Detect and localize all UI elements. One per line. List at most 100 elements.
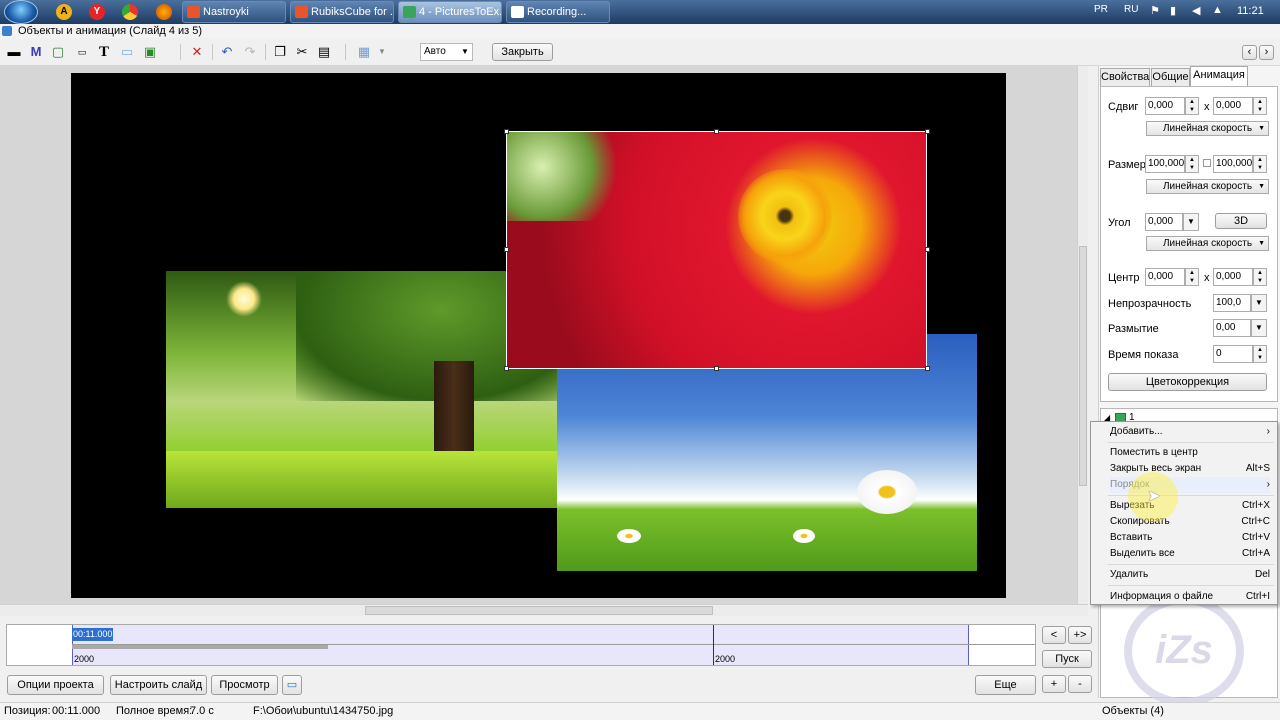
tray-network-icon[interactable]: ▮ bbox=[1170, 4, 1176, 17]
size-height-input[interactable]: 100,000 bbox=[1213, 155, 1253, 173]
resize-handle[interactable] bbox=[504, 129, 509, 134]
red-flower-photo-object[interactable] bbox=[506, 131, 927, 369]
app-icon[interactable]: A bbox=[56, 4, 72, 20]
cut-icon[interactable]: ✂ bbox=[294, 44, 310, 60]
scroll-thumb[interactable] bbox=[1079, 246, 1087, 486]
slide-setup-button[interactable]: Настроить слайд bbox=[110, 675, 207, 695]
objects-count: Объекты (4) bbox=[1102, 705, 1164, 717]
resize-handle[interactable] bbox=[925, 129, 930, 134]
menu-item-file-info[interactable]: Информация о файле Ctrl+I bbox=[1110, 589, 1270, 605]
3d-button[interactable]: 3D bbox=[1215, 213, 1267, 229]
showtime-spinner[interactable]: ▲ ▼ bbox=[1253, 345, 1267, 363]
grid-icon[interactable]: ▦ bbox=[356, 44, 372, 60]
blur-dropdown[interactable]: ▼ bbox=[1251, 319, 1267, 337]
button-object-icon[interactable]: ▭ bbox=[74, 44, 90, 60]
resize-handle[interactable] bbox=[504, 247, 509, 252]
mask-icon[interactable]: M bbox=[28, 44, 44, 60]
clock[interactable]: 11:21 bbox=[1237, 5, 1264, 17]
resize-handle[interactable] bbox=[925, 247, 930, 252]
menu-item-paste[interactable]: Вставить Ctrl+V bbox=[1110, 530, 1270, 546]
taskbar-item-nastroyki[interactable]: Nastroyki bbox=[182, 1, 286, 23]
center-y-spinner[interactable]: ▲ ▼ bbox=[1253, 268, 1267, 286]
video-icon[interactable]: ▬ bbox=[6, 44, 22, 60]
center-x-input[interactable]: 0,000 bbox=[1145, 268, 1185, 286]
add-object-button[interactable]: + bbox=[1042, 675, 1066, 693]
menu-item-select-all[interactable]: Выделить все Ctrl+A bbox=[1110, 546, 1270, 562]
close-button[interactable]: Закрыть bbox=[492, 43, 553, 61]
chevron-down-icon[interactable]: ▼ bbox=[374, 44, 390, 60]
start-button[interactable] bbox=[4, 0, 38, 24]
next-slide-button[interactable]: › bbox=[1259, 45, 1274, 60]
size-width-input[interactable]: 100,000 bbox=[1145, 155, 1185, 173]
menu-item-copy[interactable]: Скопировать Ctrl+C bbox=[1110, 514, 1270, 530]
opacity-input[interactable]: 100,0 bbox=[1213, 294, 1251, 312]
menu-item-fill-screen[interactable]: Закрыть весь экран Alt+S bbox=[1110, 461, 1270, 477]
menu-item-center[interactable]: Поместить в центр bbox=[1110, 445, 1270, 461]
size-width-spinner[interactable]: ▲ ▼ bbox=[1185, 155, 1199, 173]
resize-handle[interactable] bbox=[925, 366, 930, 371]
shift-x-spinner[interactable]: ▲ ▼ bbox=[1185, 97, 1199, 115]
tray-volume-icon[interactable]: ◀ bbox=[1192, 4, 1200, 17]
menu-item-delete[interactable]: Удалить Del bbox=[1110, 567, 1270, 583]
timeline-next-button[interactable]: +> bbox=[1068, 626, 1092, 644]
time-marker[interactable]: 00:11.000 bbox=[72, 628, 114, 641]
resize-handle[interactable] bbox=[714, 366, 719, 371]
canvas-horizontal-scrollbar[interactable] bbox=[0, 604, 1088, 616]
image-icon[interactable]: ▣ bbox=[142, 44, 158, 60]
taskbar-item-rubikscube[interactable]: RubiksCube for ... bbox=[290, 1, 394, 23]
shift-x-input[interactable]: 0,000 bbox=[1145, 97, 1185, 115]
delete-icon[interactable]: ✕ bbox=[189, 44, 205, 60]
resize-handle[interactable] bbox=[504, 366, 509, 371]
prev-slide-button[interactable]: ‹ bbox=[1242, 45, 1257, 60]
tab-animation[interactable]: Анимация bbox=[1190, 66, 1248, 86]
lang-indicator-2[interactable]: RU bbox=[1124, 4, 1138, 15]
redo-icon[interactable]: ↷ bbox=[242, 44, 258, 60]
menu-item-add[interactable]: Добавить... › bbox=[1110, 424, 1270, 440]
text-icon[interactable]: T bbox=[96, 44, 112, 60]
tray-signal-icon[interactable]: ▲ bbox=[1212, 4, 1223, 16]
screen-icon[interactable]: ▭ bbox=[282, 675, 302, 695]
opacity-dropdown[interactable]: ▼ bbox=[1251, 294, 1267, 312]
chrome-icon[interactable] bbox=[122, 4, 138, 20]
preview-button[interactable]: Просмотр bbox=[211, 675, 278, 695]
taskbar-item-recording[interactable]: Recording... bbox=[506, 1, 610, 23]
tray-flag-icon[interactable]: ⚑ bbox=[1150, 4, 1160, 17]
submenu-arrow-icon: › bbox=[1266, 479, 1270, 490]
copy-icon[interactable]: ❐ bbox=[272, 44, 288, 60]
tab-properties[interactable]: Свойства bbox=[1100, 68, 1150, 86]
size-speed-dropdown[interactable]: Линейная скорость ▼ bbox=[1146, 179, 1269, 194]
canvas-vertical-scrollbar[interactable] bbox=[1077, 66, 1088, 604]
firefox-icon[interactable] bbox=[156, 4, 172, 20]
paste-icon[interactable]: ▤ bbox=[316, 44, 332, 60]
undo-icon[interactable]: ↶ bbox=[219, 44, 235, 60]
rectangle-icon[interactable]: ▭ bbox=[119, 44, 135, 60]
mode-select[interactable]: Авто ▼ bbox=[420, 43, 473, 61]
frame-icon[interactable]: ▢ bbox=[50, 44, 66, 60]
center-x-spinner[interactable]: ▲ ▼ bbox=[1185, 268, 1199, 286]
shift-speed-dropdown[interactable]: Линейная скорость ▼ bbox=[1146, 121, 1269, 136]
color-correction-button[interactable]: Цветокоррекция bbox=[1108, 373, 1267, 391]
showtime-input[interactable]: 0 bbox=[1213, 345, 1253, 363]
angle-speed-dropdown[interactable]: Линейная скорость ▼ bbox=[1146, 236, 1269, 251]
project-options-button[interactable]: Опции проекта bbox=[7, 675, 104, 695]
size-height-spinner[interactable]: ▲ ▼ bbox=[1253, 155, 1267, 173]
tab-general[interactable]: Общие bbox=[1151, 68, 1190, 86]
play-button[interactable]: Пуск bbox=[1042, 650, 1092, 668]
remove-object-button[interactable]: - bbox=[1068, 675, 1092, 693]
timeline-prev-button[interactable]: < bbox=[1042, 626, 1066, 644]
lang-indicator-1[interactable]: PR bbox=[1094, 4, 1108, 15]
slide-boundary[interactable] bbox=[713, 625, 714, 665]
shift-y-input[interactable]: 0,000 bbox=[1213, 97, 1253, 115]
shift-y-spinner[interactable]: ▲ ▼ bbox=[1253, 97, 1267, 115]
angle-dropdown[interactable]: ▼ bbox=[1183, 213, 1199, 231]
daisy-field-photo-object[interactable] bbox=[557, 334, 977, 571]
blur-input[interactable]: 0,00 bbox=[1213, 319, 1251, 337]
more-button[interactable]: Еще bbox=[975, 675, 1036, 695]
center-y-input[interactable]: 0,000 bbox=[1213, 268, 1253, 286]
scroll-thumb[interactable] bbox=[365, 606, 713, 615]
yandex-icon[interactable]: Y bbox=[89, 4, 105, 20]
resize-handle[interactable] bbox=[714, 129, 719, 134]
taskbar-item-picturestoexe[interactable]: 4 - PicturesToEx... bbox=[398, 1, 502, 23]
lock-ratio-checkbox[interactable] bbox=[1203, 159, 1211, 167]
angle-input[interactable]: 0,000 bbox=[1145, 213, 1183, 231]
